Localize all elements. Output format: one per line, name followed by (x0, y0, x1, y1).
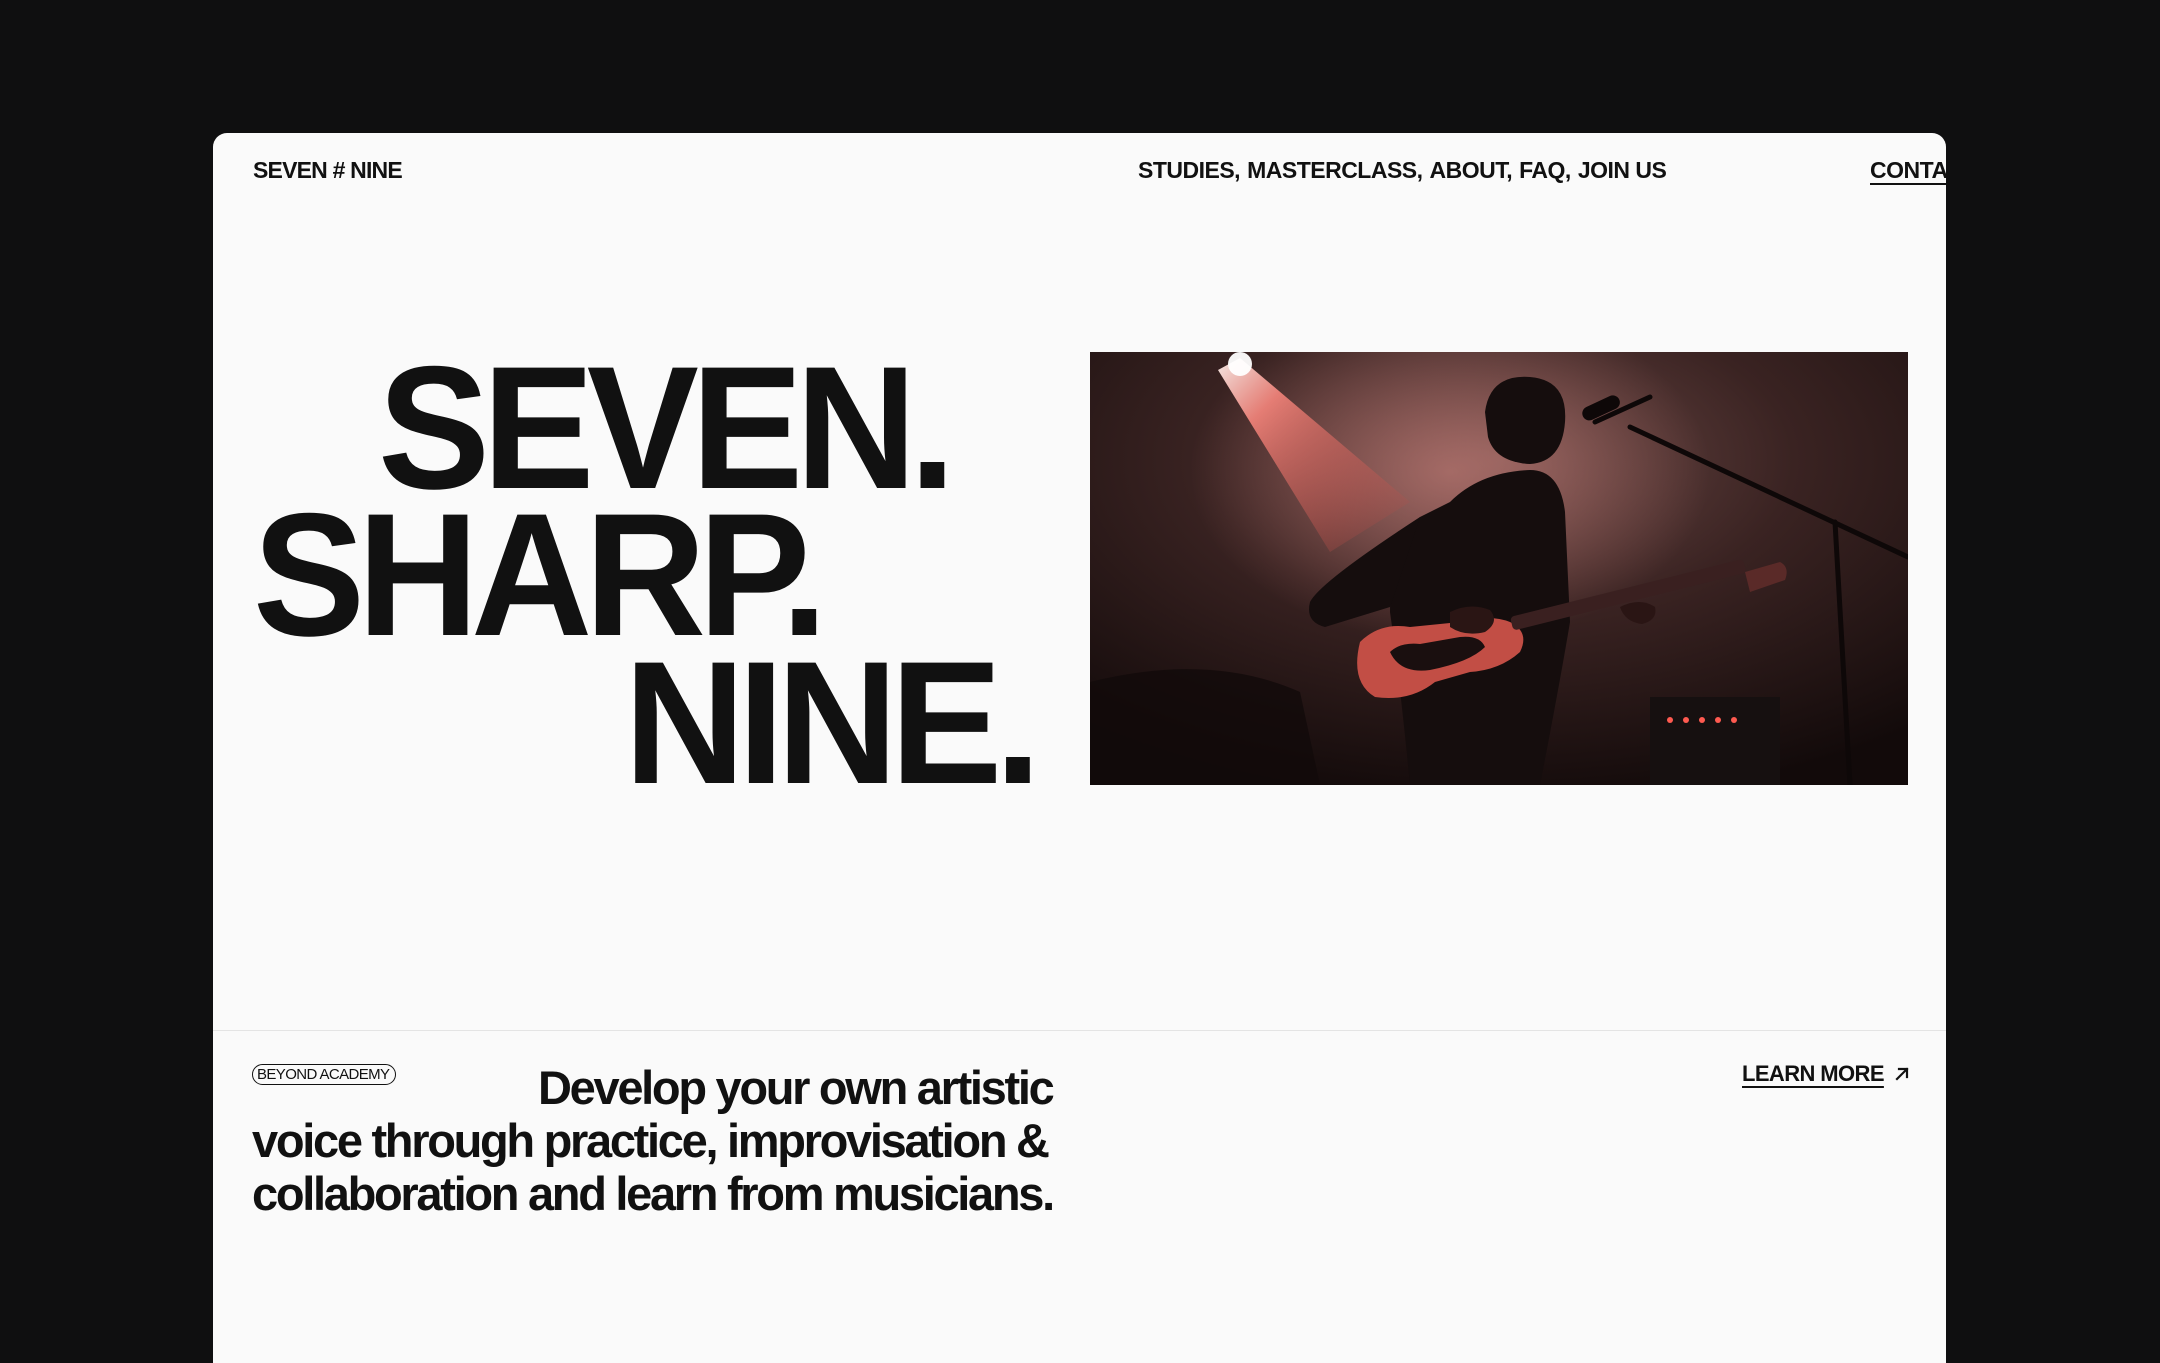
logo[interactable]: SEVEN # NINE (253, 157, 403, 184)
contact-link[interactable]: CONTACT (1870, 157, 1946, 184)
nav-item-masterclass[interactable]: MASTERCLASS, (1247, 157, 1423, 184)
nav-item-about[interactable]: ABOUT, (1430, 157, 1513, 184)
learn-more-link[interactable]: LEARN MORE (1742, 1061, 1910, 1087)
page-frame: SEVEN # NINE STUDIES, MASTERCLASS, ABOUT… (213, 133, 1946, 1363)
intro-tagline: Develop your own artistic voice through … (252, 1061, 1055, 1220)
nav-item-join-us[interactable]: JOIN US (1578, 157, 1667, 184)
arrow-up-right-icon (1895, 1067, 1909, 1081)
main-nav: STUDIES, MASTERCLASS, ABOUT, FAQ, JOIN U… (1138, 157, 1667, 184)
hero-photo-guitarist (1090, 352, 1908, 785)
nav-item-studies[interactable]: STUDIES, (1138, 157, 1241, 184)
nav-item-faq[interactable]: FAQ, (1519, 157, 1571, 184)
learn-more-label: LEARN MORE (1742, 1061, 1884, 1086)
section-divider (213, 1030, 1946, 1031)
hero-headline-line-3: NINE. (624, 626, 1041, 821)
